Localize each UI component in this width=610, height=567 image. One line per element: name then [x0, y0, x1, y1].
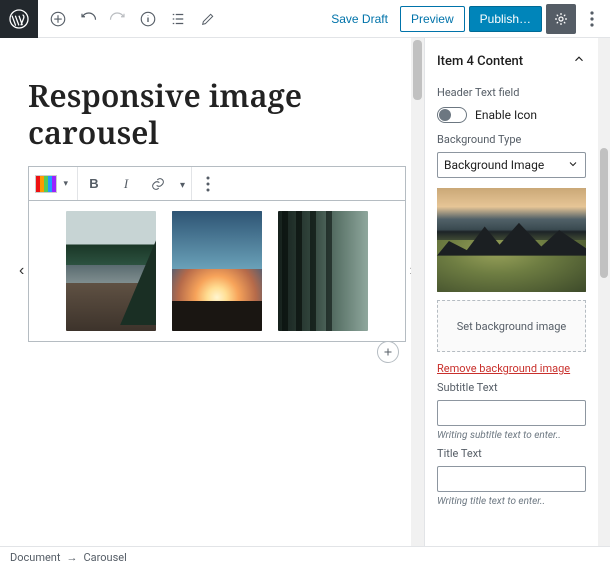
block-type-icon[interactable]	[35, 175, 57, 193]
subtitle-text-label: Subtitle Text	[437, 375, 586, 398]
info-icon	[139, 10, 157, 28]
background-type-select[interactable]: Background Image	[437, 152, 586, 178]
redo-button	[104, 5, 132, 33]
subtitle-text-input[interactable]	[437, 400, 586, 426]
bold-button[interactable]: B	[78, 168, 110, 200]
more-rich-text-button[interactable]: ▾	[174, 177, 191, 191]
toolbar-left-group	[38, 5, 222, 33]
block-more-button[interactable]	[192, 168, 224, 200]
page-title[interactable]: Responsive image carousel	[28, 78, 406, 152]
header-text-field-label: Header Text field	[437, 80, 586, 103]
publish-button[interactable]: Publish…	[469, 6, 542, 32]
plus-circle-icon	[49, 10, 67, 28]
kebab-icon	[590, 11, 594, 27]
pencil-icon	[200, 11, 216, 27]
link-button[interactable]	[142, 168, 174, 200]
subtitle-hint: Writing subtitle text to enter..	[437, 426, 586, 441]
chevron-up-icon	[572, 52, 586, 70]
carousel-slide[interactable]	[278, 211, 368, 331]
title-text-label: Title Text	[437, 441, 586, 464]
undo-icon	[79, 10, 97, 28]
carousel-slide[interactable]	[66, 211, 156, 331]
outline-button[interactable]	[164, 5, 192, 33]
kebab-icon	[206, 176, 210, 192]
wordpress-icon	[9, 9, 29, 29]
panel-header[interactable]: Item 4 Content	[437, 48, 586, 80]
edit-button[interactable]	[194, 5, 222, 33]
main-area: Responsive image carousel B I ▾	[0, 38, 610, 546]
sidebar-scrollbar[interactable]	[598, 38, 610, 546]
redo-icon	[109, 10, 127, 28]
carousel-body: ‹ ›	[29, 201, 405, 341]
editor-scrollbar[interactable]	[411, 38, 424, 546]
more-menu-button[interactable]	[580, 4, 604, 34]
undo-button[interactable]	[74, 5, 102, 33]
plus-icon	[382, 346, 394, 358]
enable-icon-label: Enable Icon	[475, 108, 537, 122]
background-type-label: Background Type	[437, 127, 586, 150]
background-image-preview[interactable]	[437, 188, 586, 292]
title-hint: Writing title text to enter..	[437, 492, 586, 507]
top-toolbar: Save Draft Preview Publish…	[0, 0, 610, 38]
info-button[interactable]	[134, 5, 162, 33]
save-draft-button[interactable]: Save Draft	[323, 6, 396, 32]
carousel-track	[39, 211, 395, 331]
carousel-prev-button[interactable]: ‹	[19, 262, 24, 280]
select-value: Background Image	[444, 158, 544, 172]
title-text-input[interactable]	[437, 466, 586, 492]
italic-button[interactable]: I	[110, 168, 142, 200]
breadcrumb-current[interactable]: Carousel	[83, 551, 126, 564]
scrollbar-thumb[interactable]	[600, 148, 608, 278]
carousel-block[interactable]: B I ▾ ‹	[28, 166, 406, 342]
scrollbar-thumb[interactable]	[413, 40, 422, 100]
breadcrumb-root[interactable]: Document	[10, 551, 60, 564]
toolbar-right-group: Save Draft Preview Publish…	[323, 4, 610, 34]
editor-canvas-scroll: Responsive image carousel B I ▾	[0, 38, 424, 546]
breadcrumb: Document → Carousel	[0, 546, 610, 567]
wordpress-logo[interactable]	[0, 0, 38, 38]
chevron-down-icon	[567, 158, 579, 173]
link-icon	[150, 176, 166, 192]
add-block-button[interactable]	[44, 5, 72, 33]
settings-button[interactable]	[546, 4, 576, 34]
enable-icon-toggle[interactable]	[437, 107, 467, 123]
breadcrumb-separator: →	[66, 551, 77, 564]
panel-title: Item 4 Content	[437, 54, 523, 69]
editor-canvas: Responsive image carousel B I ▾	[0, 38, 424, 382]
gear-icon	[553, 11, 569, 27]
remove-background-image-link[interactable]: Remove background image	[437, 362, 586, 375]
settings-sidebar: Item 4 Content Header Text field Enable …	[424, 38, 610, 546]
list-icon	[169, 10, 187, 28]
set-background-image-button[interactable]: Set background image	[437, 300, 586, 352]
add-block-after-button[interactable]	[377, 341, 399, 363]
preview-button[interactable]: Preview	[400, 6, 465, 32]
carousel-slide[interactable]	[172, 211, 262, 331]
block-toolbar: B I ▾	[29, 167, 405, 201]
